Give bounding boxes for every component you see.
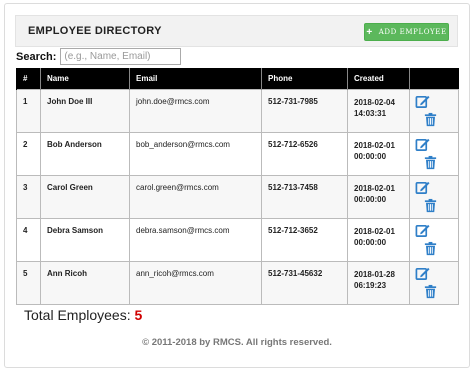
edit-icon[interactable] (415, 137, 430, 152)
search-bar: Search: (16, 47, 182, 66)
employee-table: # Name Email Phone Created 1 John Doe III… (16, 68, 459, 305)
created-time: 00:00:00 (354, 194, 387, 204)
cell-actions (409, 217, 459, 262)
trash-icon[interactable] (423, 112, 438, 127)
created-date: 2018-02-04 (354, 97, 395, 107)
cell-name: John Doe III (40, 88, 130, 133)
cell-phone: 512-731-7985 (261, 88, 348, 133)
table-header-row: # Name Email Phone Created (16, 68, 459, 89)
total-employees: Total Employees: 5 (24, 307, 142, 323)
cell-email: john.doe@rmcs.com (129, 88, 262, 133)
cell-number: 4 (16, 217, 41, 262)
search-label: Search: (16, 50, 57, 63)
edit-icon[interactable] (415, 180, 430, 195)
cell-created: 2018-02-04 14:03:31 (347, 88, 410, 133)
cell-created: 2018-02-01 00:00:00 (347, 217, 410, 262)
table-row: 1 John Doe III john.doe@rmcs.com 512-731-79… (16, 88, 459, 133)
column-header-name: Name (40, 68, 130, 89)
cell-name: Debra Samson (40, 217, 130, 262)
cell-phone: 512-712-6526 (261, 131, 348, 176)
cell-actions (409, 88, 459, 133)
table-row: 5 Ann Ricoh ann_ricoh@rmcs.com 512-731-4563… (16, 260, 459, 305)
column-header-phone: Phone (261, 68, 348, 89)
table-row: 4 Debra Samson debra.samson@rmcs.com 512-71… (16, 217, 459, 262)
trash-icon[interactable] (423, 155, 438, 170)
edit-icon[interactable] (415, 223, 430, 238)
directory-header: EMPLOYEE DIRECTORY + ADD EMPLOYEE (15, 15, 458, 47)
add-employee-label: ADD EMPLOYEE (378, 28, 447, 36)
plus-icon: + (366, 26, 373, 38)
created-time: 00:00:00 (354, 151, 387, 161)
trash-icon[interactable] (423, 284, 438, 299)
add-employee-button[interactable]: + ADD EMPLOYEE (364, 23, 449, 41)
cell-number: 5 (16, 260, 41, 305)
created-time: 06:19:23 (354, 280, 387, 290)
cell-name: Ann Ricoh (40, 260, 130, 305)
edit-icon[interactable] (415, 266, 430, 281)
cell-email: debra.samson@rmcs.com (129, 217, 262, 262)
page-title: EMPLOYEE DIRECTORY (28, 25, 162, 37)
cell-phone: 512-731-45632 (261, 260, 348, 305)
created-date: 2018-02-01 (354, 140, 395, 150)
trash-icon[interactable] (423, 241, 438, 256)
total-count: 5 (134, 307, 143, 323)
cell-phone: 512-713-7458 (261, 174, 348, 219)
footer-copyright: © 2011-2018 by RMCS. All rights reserved… (142, 337, 332, 348)
edit-icon[interactable] (415, 94, 430, 109)
created-time: 14:03:31 (354, 108, 387, 118)
cell-actions (409, 260, 459, 305)
table-row: 3 Carol Green carol.green@rmcs.com 512-713-… (16, 174, 459, 219)
created-date: 2018-02-01 (354, 226, 395, 236)
trash-icon[interactable] (423, 198, 438, 213)
cell-created: 2018-01-28 06:19:23 (347, 260, 410, 305)
cell-number: 3 (16, 174, 41, 219)
cell-created: 2018-02-01 00:00:00 (347, 131, 410, 176)
cell-phone: 512-712-3652 (261, 217, 348, 262)
cell-number: 1 (16, 88, 41, 133)
cell-actions (409, 131, 459, 176)
column-header-number: # (16, 68, 41, 89)
created-date: 2018-01-28 (354, 269, 395, 279)
cell-name: Bob Anderson (40, 131, 130, 176)
created-time: 00:00:00 (354, 237, 387, 247)
cell-email: bob_anderson@rmcs.com (129, 131, 262, 176)
cell-email: ann_ricoh@rmcs.com (129, 260, 262, 305)
column-header-actions (409, 68, 459, 89)
cell-email: carol.green@rmcs.com (129, 174, 262, 219)
cell-number: 2 (16, 131, 41, 176)
search-input[interactable] (60, 48, 182, 65)
cell-actions (409, 174, 459, 219)
created-date: 2018-02-01 (354, 183, 395, 193)
table-row: 2 Bob Anderson bob_anderson@rmcs.com 512-71… (16, 131, 459, 176)
column-header-created: Created (347, 68, 410, 89)
column-header-email: Email (129, 68, 262, 89)
total-label: Total Employees: (24, 307, 131, 323)
cell-created: 2018-02-01 00:00:00 (347, 174, 410, 219)
cell-name: Carol Green (40, 174, 130, 219)
